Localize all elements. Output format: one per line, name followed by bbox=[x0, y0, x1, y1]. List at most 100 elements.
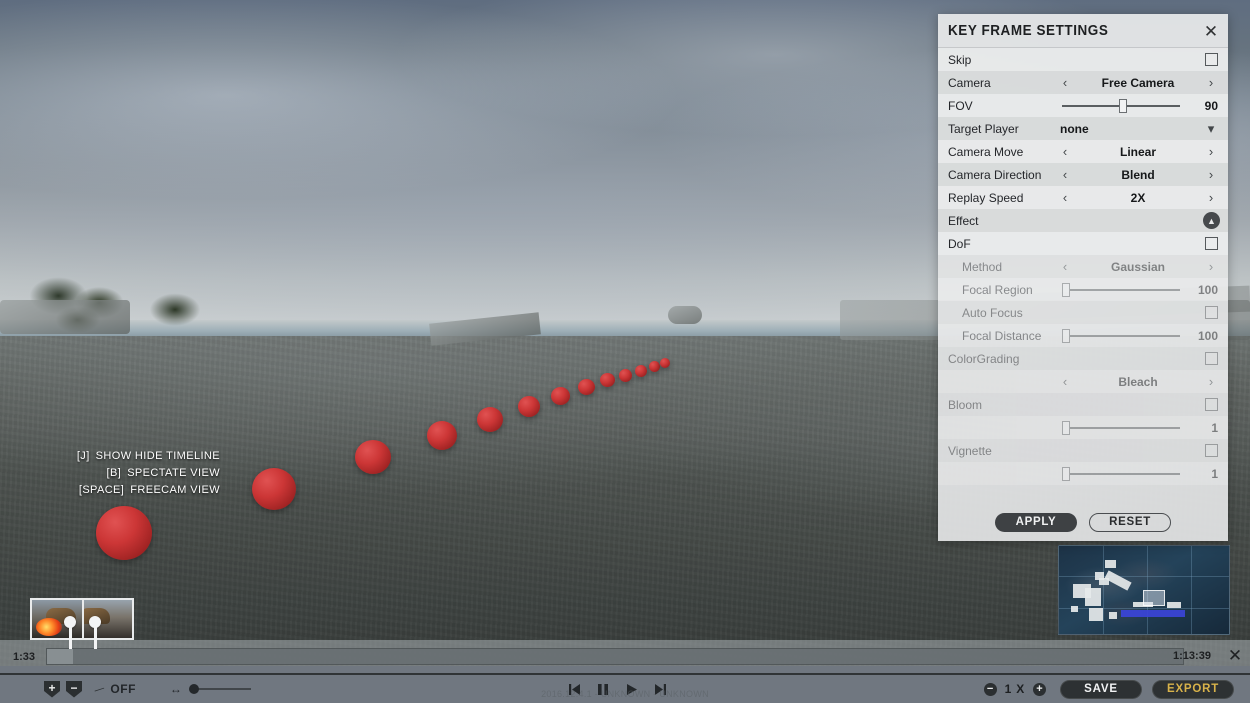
row-label: Skip bbox=[948, 52, 972, 67]
timeline-bar: 1:33 1:13:39 ✕ 2016.12.4.1 - UNKNOWN - U… bbox=[0, 598, 1250, 703]
focal-distance-slider[interactable] bbox=[1061, 328, 1180, 343]
keyframe-marker[interactable] bbox=[89, 616, 101, 649]
row-colorgrading-mode[interactable]: ‹ Bleach › bbox=[938, 370, 1228, 393]
row-camera[interactable]: Camera ‹ Free Camera › bbox=[938, 71, 1228, 94]
hint-action: SPECTATE VIEW bbox=[127, 467, 220, 479]
row-focal-distance[interactable]: Focal Distance 100 bbox=[938, 324, 1228, 347]
colorgrading-checkbox[interactable] bbox=[1205, 352, 1218, 365]
timeline-track[interactable] bbox=[46, 648, 1184, 665]
export-button[interactable]: EXPORT bbox=[1152, 679, 1235, 699]
row-replay-speed[interactable]: Replay Speed ‹ 2X › bbox=[938, 186, 1228, 209]
camera-path-node bbox=[600, 373, 615, 387]
row-camera-move[interactable]: Camera Move ‹ Linear › bbox=[938, 140, 1228, 163]
chevron-left-icon[interactable]: ‹ bbox=[1058, 144, 1072, 159]
remove-keyframe-button[interactable]: − bbox=[66, 680, 82, 698]
row-label: Camera Direction bbox=[948, 167, 1042, 182]
row-label: Method bbox=[962, 259, 1003, 274]
chevron-right-icon[interactable]: › bbox=[1204, 167, 1218, 182]
pause-icon[interactable] bbox=[597, 683, 609, 696]
timeline-progress bbox=[47, 649, 73, 664]
timeline-start-time: 1:33 bbox=[12, 650, 36, 663]
hint-key: [SPACE] bbox=[78, 484, 125, 496]
close-icon[interactable]: ✕ bbox=[1226, 646, 1244, 665]
timeline-zoom-control[interactable]: ↔ bbox=[170, 682, 251, 696]
row-auto-focus[interactable]: Auto Focus bbox=[938, 301, 1228, 324]
skip-next-icon[interactable] bbox=[654, 683, 667, 696]
slow-motion-icon: ⏤ bbox=[91, 679, 107, 698]
row-fov[interactable]: FOV 90 bbox=[938, 94, 1228, 117]
row-vignette-amount[interactable]: 1 bbox=[938, 462, 1228, 485]
keyframe-thumbnails[interactable] bbox=[30, 598, 134, 640]
bloom-slider[interactable] bbox=[1061, 420, 1180, 435]
chevron-right-icon[interactable]: › bbox=[1204, 144, 1218, 159]
apply-button[interactable]: APPLY bbox=[995, 512, 1077, 532]
slider-knob[interactable] bbox=[1061, 282, 1070, 297]
minimap[interactable] bbox=[1058, 545, 1230, 635]
row-camera-direction[interactable]: Camera Direction ‹ Blend › bbox=[938, 163, 1228, 186]
fov-slider[interactable] bbox=[1062, 98, 1180, 113]
add-keyframe-button[interactable]: + bbox=[44, 680, 60, 698]
camera-value: Free Camera bbox=[1101, 75, 1175, 90]
debris-rock bbox=[668, 306, 702, 324]
remove-keyframe-label: − bbox=[70, 681, 78, 695]
dof-checkbox[interactable] bbox=[1205, 237, 1218, 250]
chevron-down-icon[interactable]: ▾ bbox=[1204, 121, 1218, 137]
slow-motion-toggle[interactable]: ⏤ OFF bbox=[91, 679, 136, 698]
auto-focus-checkbox[interactable] bbox=[1205, 306, 1218, 319]
zoom-in-button[interactable]: + bbox=[1033, 682, 1047, 696]
timeline-scale-slider[interactable] bbox=[188, 683, 251, 695]
panel-title-bar: KEY FRAME SETTINGS ✕ bbox=[938, 14, 1228, 48]
row-effect-section[interactable]: Effect ▲ bbox=[938, 209, 1228, 232]
bloom-value: 1 bbox=[1211, 420, 1218, 435]
add-keyframe-label: + bbox=[48, 681, 56, 695]
replay-editor-screen: [J] SHOW HIDE TIMELINE [B] SPECTATE VIEW [… bbox=[0, 0, 1250, 703]
chevron-up-icon[interactable]: ▲ bbox=[1203, 212, 1220, 229]
hint-action: SHOW HIDE TIMELINE bbox=[95, 450, 220, 462]
minimap-building bbox=[1105, 560, 1116, 568]
chevron-right-icon[interactable]: › bbox=[1204, 259, 1218, 274]
row-vignette[interactable]: Vignette bbox=[938, 439, 1228, 462]
save-button[interactable]: SAVE bbox=[1060, 679, 1143, 699]
chevron-right-icon[interactable]: › bbox=[1204, 374, 1218, 389]
chevron-left-icon[interactable]: ‹ bbox=[1058, 259, 1072, 274]
reset-button[interactable]: RESET bbox=[1089, 512, 1171, 532]
camera-move-value: Linear bbox=[1119, 144, 1156, 159]
close-icon[interactable]: ✕ bbox=[1202, 22, 1220, 40]
row-dof[interactable]: DoF bbox=[938, 232, 1228, 255]
minimap-grid-line bbox=[1103, 546, 1104, 634]
row-focal-region[interactable]: Focal Region 100 bbox=[938, 278, 1228, 301]
slider-knob[interactable] bbox=[1061, 328, 1070, 343]
chevron-left-icon[interactable]: ‹ bbox=[1058, 190, 1072, 205]
row-bloom-amount[interactable]: 1 bbox=[938, 416, 1228, 439]
vignette-slider[interactable] bbox=[1061, 466, 1180, 481]
skip-previous-icon[interactable] bbox=[568, 683, 581, 696]
skip-checkbox[interactable] bbox=[1205, 53, 1218, 66]
chevron-left-icon[interactable]: ‹ bbox=[1058, 167, 1072, 182]
row-skip[interactable]: Skip bbox=[938, 48, 1228, 71]
chevron-right-icon[interactable]: › bbox=[1204, 190, 1218, 205]
chevron-right-icon[interactable]: › bbox=[1204, 75, 1218, 90]
camera-path-node bbox=[96, 506, 152, 560]
zoom-out-button[interactable]: − bbox=[983, 682, 997, 696]
slider-knob[interactable] bbox=[1119, 98, 1128, 113]
minimap-building bbox=[1109, 612, 1117, 619]
slow-motion-state: OFF bbox=[110, 682, 136, 696]
bloom-checkbox[interactable] bbox=[1205, 398, 1218, 411]
minimap-grid-line bbox=[1059, 608, 1229, 609]
camera-direction-value: Blend bbox=[1121, 167, 1155, 182]
slider-knob[interactable] bbox=[1061, 466, 1070, 481]
camera-path-node bbox=[477, 407, 503, 432]
slider-knob[interactable] bbox=[188, 684, 199, 694]
row-bloom[interactable]: Bloom bbox=[938, 393, 1228, 416]
vignette-checkbox[interactable] bbox=[1205, 444, 1218, 457]
play-icon[interactable] bbox=[625, 683, 638, 696]
row-target-player[interactable]: Target Player none ▾ bbox=[938, 117, 1228, 140]
chevron-left-icon[interactable]: ‹ bbox=[1058, 75, 1072, 90]
chevron-left-icon[interactable]: ‹ bbox=[1058, 374, 1072, 389]
settings-rows: Skip Camera ‹ Free Camera › FOV 90 Targe… bbox=[938, 48, 1228, 485]
slider-knob[interactable] bbox=[1061, 420, 1070, 435]
row-colorgrading[interactable]: ColorGrading bbox=[938, 347, 1228, 370]
focal-region-slider[interactable] bbox=[1061, 282, 1180, 297]
keyframe-marker[interactable] bbox=[64, 616, 76, 649]
row-method[interactable]: Method ‹ Gaussian › bbox=[938, 255, 1228, 278]
